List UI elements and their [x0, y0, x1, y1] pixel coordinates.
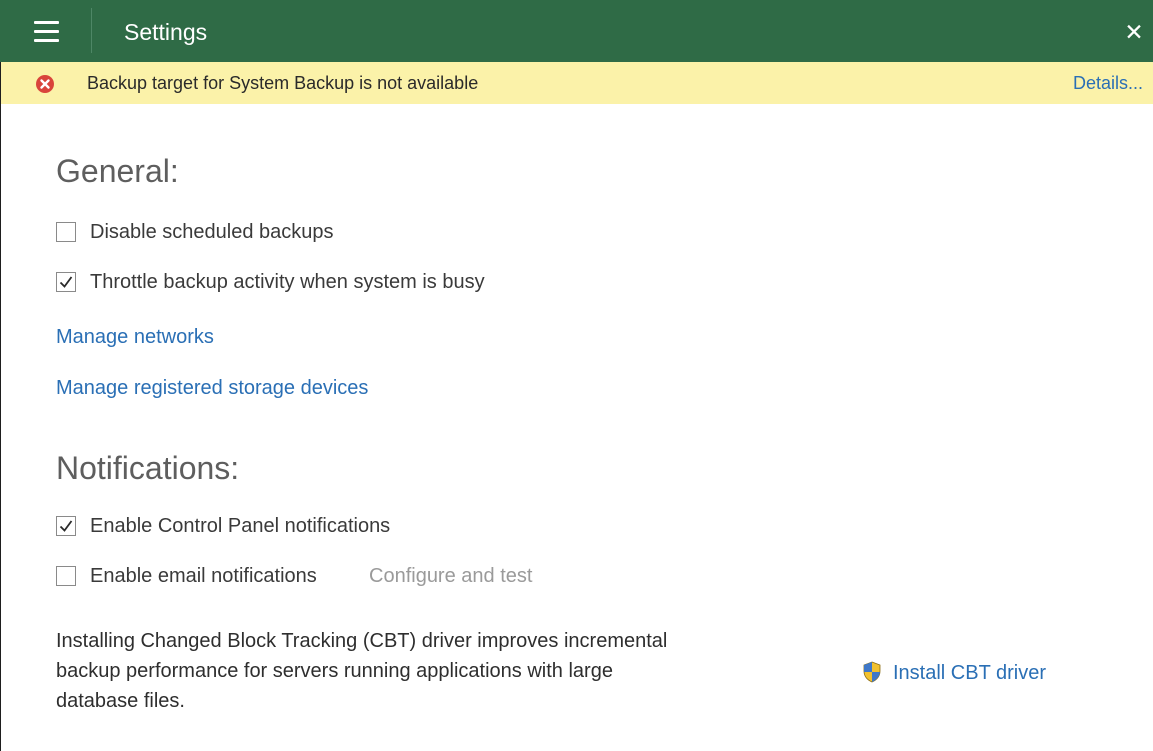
details-link[interactable]: Details...	[1073, 72, 1143, 94]
configure-and-test-link[interactable]: Configure and test	[369, 564, 532, 588]
checkmark-icon	[59, 520, 73, 532]
control-panel-notifications-label: Enable Control Panel notifications	[90, 515, 391, 537]
install-cbt-driver-link[interactable]: Install CBT driver	[893, 661, 1046, 685]
title-bar: Settings ✕	[0, 0, 1153, 62]
disable-scheduled-backups-label: Disable scheduled backups	[90, 221, 334, 243]
cbt-description-line: backup performance for servers running a…	[56, 660, 613, 682]
uac-shield-icon	[863, 661, 881, 683]
disable-scheduled-backups-checkbox[interactable]	[56, 222, 76, 242]
alert-bar: Backup target for System Backup is not a…	[1, 62, 1153, 104]
window-left-border	[0, 0, 1, 751]
close-icon[interactable]: ✕	[1120, 18, 1148, 46]
throttle-backup-checkbox[interactable]	[56, 272, 76, 292]
error-circle-icon	[36, 75, 54, 93]
manage-networks-link[interactable]: Manage networks	[56, 325, 214, 349]
cbt-description-line: Installing Changed Block Tracking (CBT) …	[56, 630, 668, 652]
throttle-backup-label: Throttle backup activity when system is …	[90, 271, 485, 293]
general-heading: General:	[56, 153, 179, 189]
alert-message: Backup target for System Backup is not a…	[87, 73, 479, 93]
cbt-description-line: database files.	[56, 690, 185, 712]
manage-storage-devices-link[interactable]: Manage registered storage devices	[56, 376, 368, 400]
checkmark-icon	[59, 276, 73, 288]
notifications-heading: Notifications:	[56, 450, 240, 486]
email-notifications-checkbox[interactable]	[56, 566, 76, 586]
control-panel-notifications-checkbox[interactable]	[56, 516, 76, 536]
cbt-description: Installing Changed Block Tracking (CBT) …	[56, 626, 796, 716]
hamburger-menu-icon[interactable]	[20, 13, 64, 51]
email-notifications-label: Enable email notifications	[90, 565, 317, 587]
title-divider	[91, 8, 92, 53]
window-title: Settings	[124, 19, 208, 45]
